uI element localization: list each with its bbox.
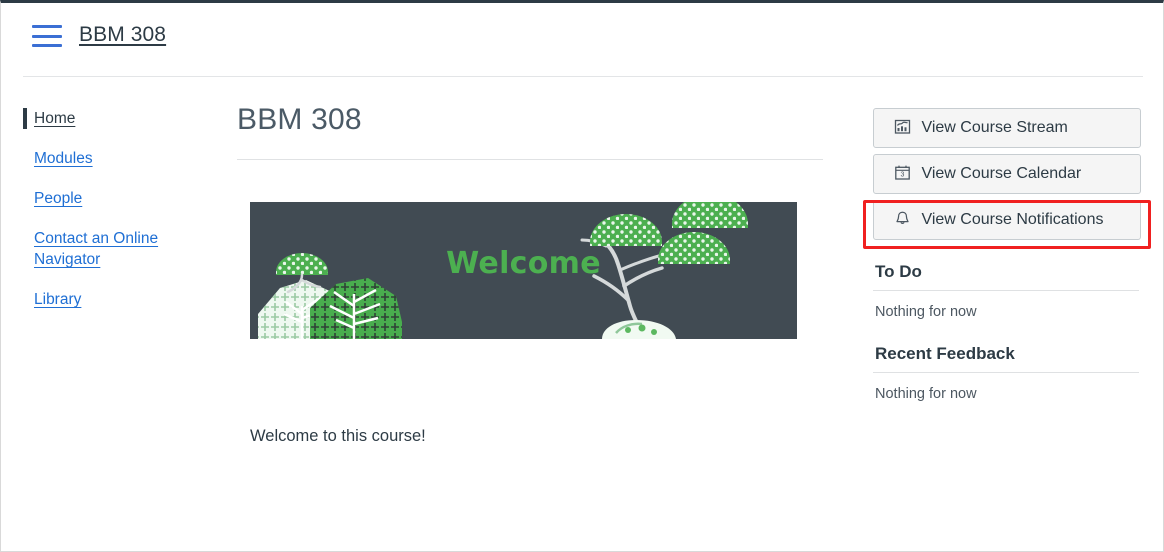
welcome-banner-image: Welcome	[250, 202, 797, 339]
course-sidebar: View Course Stream 3 View Course Calenda…	[863, 108, 1151, 402]
recent-feedback-heading: Recent Feedback	[875, 344, 1015, 363]
page-title: BBM 308	[237, 103, 362, 136]
hamburger-menu-icon[interactable]	[32, 25, 62, 47]
banner-welcome-text: Welcome	[446, 246, 601, 281]
sidebar-item-people[interactable]: People	[26, 188, 186, 209]
top-bar: BBM 308	[1, 3, 1163, 77]
todo-empty-text: Nothing for now	[875, 304, 977, 320]
button-label: View Course Stream	[921, 119, 1068, 136]
course-navigation: Home Modules People Contact an Online Na…	[23, 108, 216, 329]
view-course-calendar-button[interactable]: 3 View Course Calendar	[873, 154, 1141, 194]
calendar-day-number: 3	[901, 172, 905, 179]
bell-icon	[894, 204, 911, 242]
title-divider	[237, 159, 823, 160]
hamburger-bar	[32, 34, 62, 38]
sidebar-item-library[interactable]: Library	[26, 289, 186, 310]
hamburger-bar	[32, 25, 62, 28]
view-course-stream-button[interactable]: View Course Stream	[873, 108, 1141, 148]
calendar-icon: 3	[894, 158, 911, 196]
button-label: View Course Notifications	[921, 211, 1104, 228]
sidebar-item-modules[interactable]: Modules	[26, 148, 186, 169]
recent-feedback-divider	[873, 372, 1139, 373]
hamburger-bar	[32, 44, 62, 47]
sidebar-item-contact-online-navigator[interactable]: Contact an Online Navigator	[26, 228, 186, 270]
chart-bars-icon	[894, 112, 911, 150]
view-course-notifications-button[interactable]: View Course Notifications	[873, 200, 1141, 240]
main-content: BBM 308 Welcome Welcome to this course!	[237, 103, 837, 446]
course-home-page: BBM 308 Home Modules People Contact an O…	[0, 0, 1164, 552]
todo-section: To Do Nothing for now	[873, 262, 1141, 320]
course-body-text: Welcome to this course!	[250, 427, 426, 445]
sidebar-item-home[interactable]: Home	[23, 108, 183, 129]
todo-heading: To Do	[875, 262, 922, 281]
breadcrumb[interactable]: BBM 308	[79, 23, 166, 47]
button-label: View Course Calendar	[921, 165, 1082, 182]
header-divider	[23, 76, 1143, 77]
todo-divider	[873, 290, 1139, 291]
recent-feedback-section: Recent Feedback Nothing for now	[873, 344, 1141, 402]
recent-feedback-empty-text: Nothing for now	[875, 386, 977, 402]
